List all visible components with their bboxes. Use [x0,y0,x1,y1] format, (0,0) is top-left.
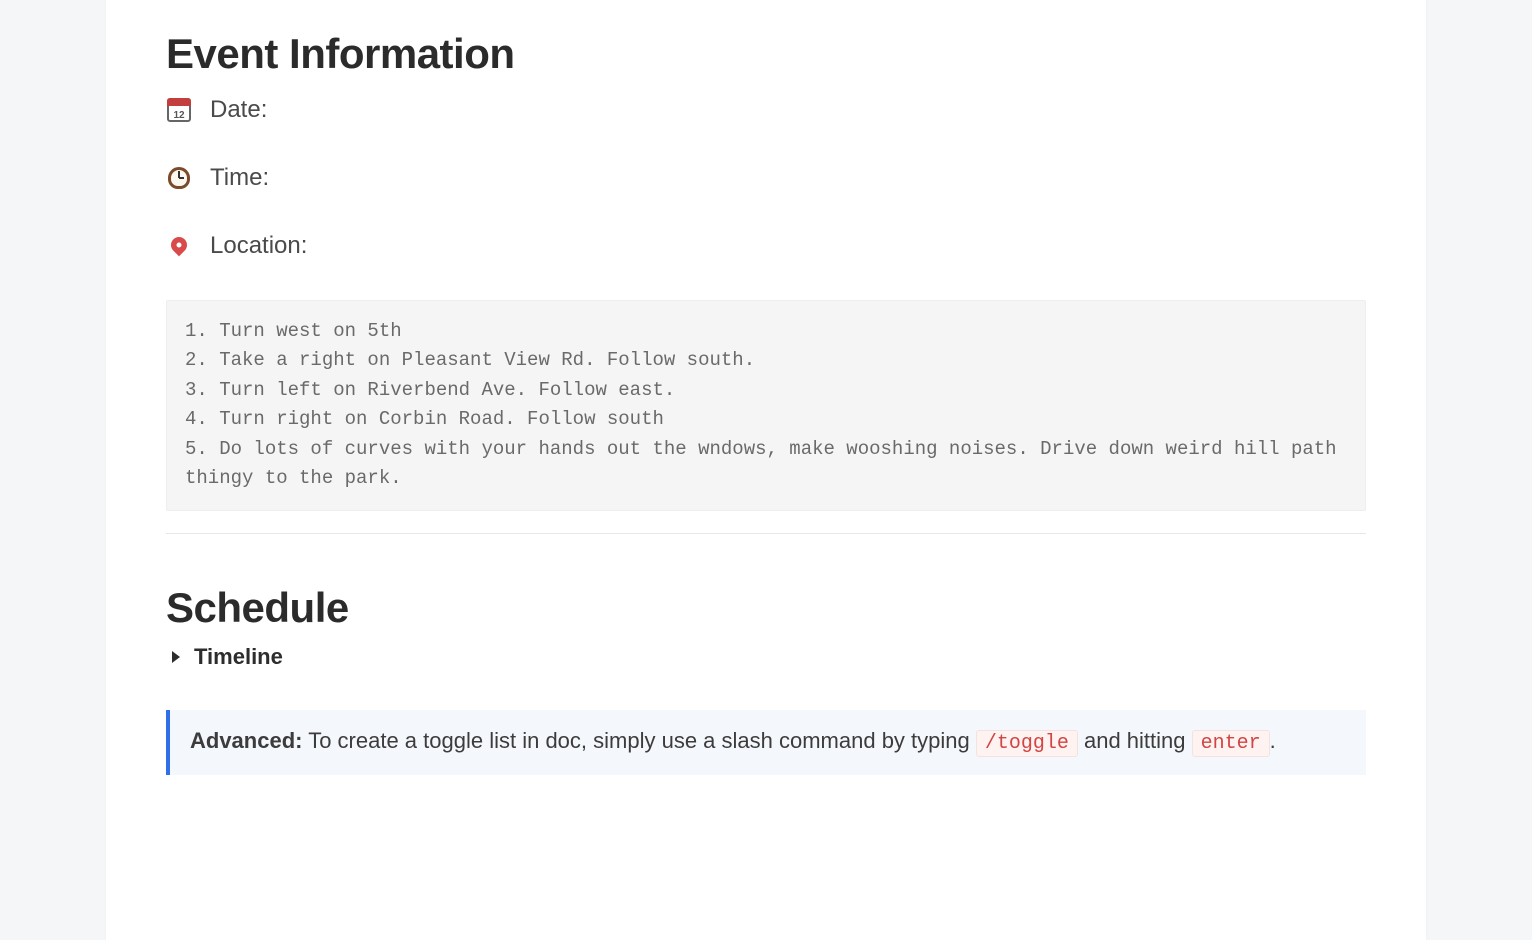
event-date-label: Date: [210,96,267,124]
document-page: Event Information Date: Time: Location: … [106,0,1426,940]
slash-toggle-code: /toggle [976,730,1078,757]
event-information-heading: Event Information [166,30,1366,78]
timeline-toggle[interactable]: Timeline [166,644,1366,670]
callout-text-2: and hitting [1078,728,1192,753]
directions-code-block[interactable]: 1. Turn west on 5th 2. Take a right on P… [166,300,1366,511]
callout-text-3: . [1270,728,1276,753]
pin-icon [166,233,192,259]
timeline-toggle-label: Timeline [194,644,283,670]
event-location-label: Location: [210,232,307,260]
callout-strong: Advanced: [190,728,302,753]
schedule-heading: Schedule [166,584,1366,632]
section-divider [166,533,1366,534]
event-time-label: Time: [210,164,269,192]
event-time-row[interactable]: Time: [166,164,1366,192]
callout-text-1: To create a toggle list in doc, simply u… [302,728,975,753]
calendar-icon [166,97,192,123]
enter-key-code: enter [1192,730,1270,757]
caret-right-icon [172,651,180,663]
event-date-row[interactable]: Date: [166,96,1366,124]
event-location-row[interactable]: Location: [166,232,1366,260]
advanced-tip-callout: Advanced: To create a toggle list in doc… [166,710,1366,775]
clock-icon [166,165,192,191]
